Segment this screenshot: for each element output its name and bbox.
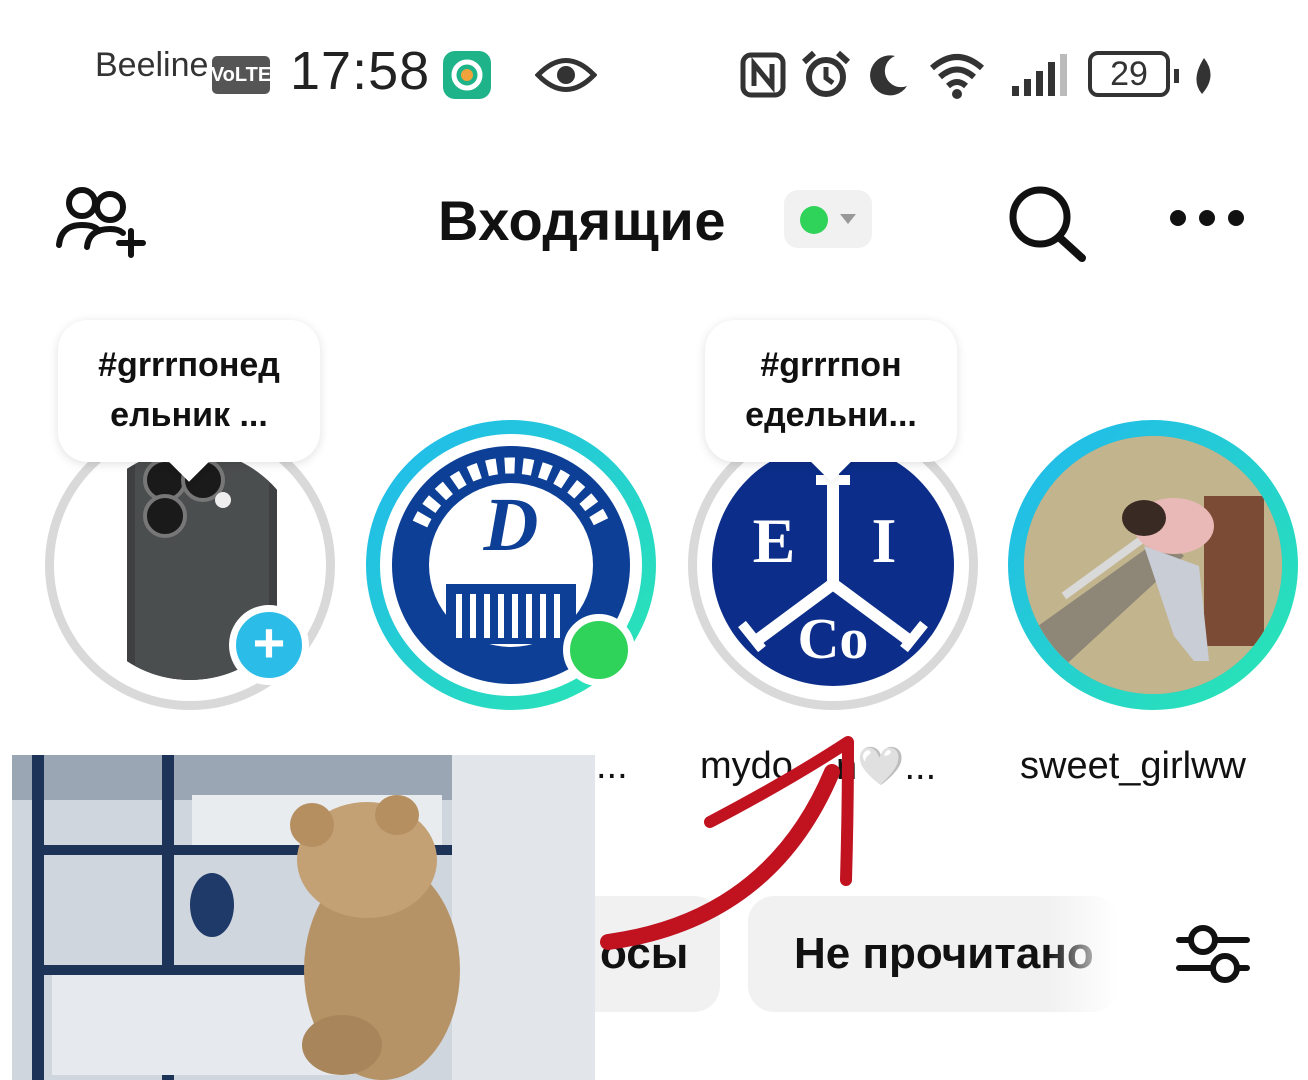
- story-name: sweet_girlww: [1020, 745, 1246, 787]
- add-friends-icon[interactable]: [55, 183, 150, 258]
- leaf-icon: [1174, 58, 1211, 94]
- alarm-icon: [801, 50, 851, 97]
- more-icon[interactable]: [1170, 210, 1244, 230]
- moon-icon: [870, 55, 907, 96]
- nfc-icon: [740, 52, 786, 98]
- signal-icon: [1012, 54, 1067, 96]
- video-overlay[interactable]: [12, 755, 595, 1080]
- svg-text:E: E: [753, 505, 796, 576]
- chevron-down-icon: [840, 214, 856, 224]
- note-line: #grrrпон: [760, 346, 902, 384]
- online-status-dot: [800, 206, 828, 234]
- battery-icon: 29: [1088, 51, 1170, 97]
- wifi-icon: [930, 54, 984, 99]
- teddy-bear-scene: [12, 755, 595, 1080]
- eye-icon: [535, 58, 597, 92]
- online-indicator: [563, 614, 635, 686]
- story-note[interactable]: #grrrпонед ельник ...: [58, 320, 320, 462]
- volte-badge: VoLTE: [211, 56, 271, 94]
- avatar: [1024, 436, 1282, 694]
- add-story-button[interactable]: +: [229, 605, 309, 685]
- note-line: #grrrпонед: [98, 346, 280, 384]
- carrier-label: Beeline: [95, 46, 209, 84]
- avatar: E I Co: [712, 444, 954, 686]
- search-icon[interactable]: [1005, 183, 1087, 263]
- clock: 17:58: [290, 41, 431, 101]
- note-line: едельни...: [745, 396, 917, 434]
- filter-settings-icon[interactable]: [1175, 920, 1251, 988]
- chip-fade: [1048, 896, 1118, 1012]
- svg-text:D: D: [483, 483, 539, 567]
- online-status-toggle[interactable]: [784, 190, 872, 248]
- note-line: ельник ...: [110, 396, 268, 434]
- svg-text:Co: Co: [798, 606, 869, 671]
- red-arrow-annotation: [600, 736, 854, 950]
- page-title: Входящие: [438, 189, 726, 252]
- story-note[interactable]: #grrrпон едельни...: [705, 320, 957, 462]
- app-icon: [443, 51, 491, 99]
- svg-text:I: I: [872, 505, 897, 576]
